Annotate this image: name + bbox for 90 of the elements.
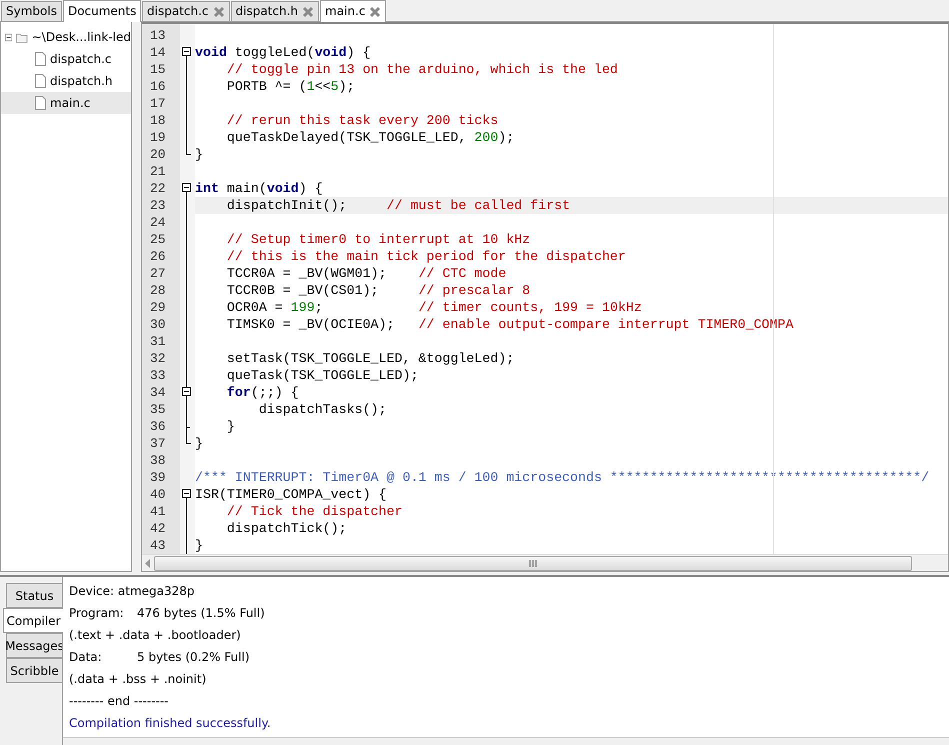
line-number: 23 [149, 197, 167, 214]
code-line: ISR(TIMER0_COMPA_vect) { [195, 486, 387, 503]
file-icon [35, 96, 46, 110]
code-line: queTask(TSK_TOGGLE_LED); [226, 367, 418, 384]
code-line: setTask(TSK_TOGGLE_LED, &toggleLed); [226, 350, 514, 367]
code-line: TCCR0A = _BV(WGM01); // CTC mode [226, 265, 506, 282]
code-line: } [195, 146, 203, 163]
line-number: 13 [149, 27, 167, 44]
line-number: 43 [149, 537, 167, 554]
output-message: Compilation finished successfully. [69, 715, 272, 732]
file-tab[interactable]: dispatch.h [230, 1, 320, 21]
output-message: Program: 476 bytes (1.5% Full) [69, 605, 266, 622]
line-number: 17 [149, 95, 167, 112]
output-message: (.text + .data + .bootloader) [69, 627, 242, 644]
code-line: dispatchTick(); [226, 520, 347, 537]
fold-marker-icon[interactable] [180, 180, 193, 197]
line-number: 29 [149, 299, 167, 316]
file-icon [35, 74, 46, 88]
tree-item[interactable]: ~\Desk...link-led [1, 26, 131, 48]
code-line: // Tick the dispatcher [226, 503, 402, 520]
code-line: // rerun this task every 200 ticks [226, 112, 498, 129]
line-number: 22 [149, 180, 167, 197]
output-message: (.data + .bss + .noinit) [69, 671, 208, 688]
panel-tab[interactable]: Status [6, 583, 62, 608]
panel-tab[interactable]: Documents [62, 0, 142, 22]
scroll-left-icon[interactable] [144, 558, 152, 568]
line-number: 16 [149, 78, 167, 95]
line-number: 25 [149, 231, 167, 248]
line-number: 18 [149, 112, 167, 129]
file-tab[interactable]: dispatch.c [142, 1, 230, 21]
panel-tab[interactable]: Scribble [6, 658, 62, 683]
fold-marker-icon[interactable] [180, 44, 193, 61]
code-line: /*** INTERRUPT: Timer0A @ 0.1 ms / 100 microseconds ***************************************/ [195, 469, 930, 486]
grip-icon [528, 560, 538, 566]
line-number: 40 [149, 486, 167, 503]
code-line: queTaskDelayed(TSK_TOGGLE_LED, 200); [226, 129, 514, 146]
panel-tab[interactable]: Messages [6, 633, 62, 658]
code-line: for(;;) { [226, 384, 299, 401]
code-line: int main(void) { [195, 180, 323, 197]
close-icon[interactable] [302, 6, 314, 18]
line-number: 20 [149, 146, 167, 163]
line-number: 27 [149, 265, 167, 282]
line-number: 19 [149, 129, 167, 146]
code-line: } [195, 435, 203, 452]
code-line: } [226, 418, 235, 435]
line-number: 35 [149, 401, 167, 418]
line-number: 39 [149, 469, 167, 486]
code-line: OCR0A = 199; // timer counts, 199 = 10kHz [226, 299, 642, 316]
line-number: 42 [149, 520, 167, 537]
tree-item[interactable]: dispatch.h [1, 70, 131, 92]
line-number: 38 [149, 452, 167, 469]
code-line: } [195, 537, 203, 554]
line-number: 30 [149, 316, 167, 333]
output-message: -------- end -------- [69, 693, 170, 710]
fold-marker-icon[interactable] [180, 384, 193, 401]
code-line: // Setup timer0 to interrupt at 10 kHz [226, 231, 530, 248]
code-line: // this is the main tick period for the dispatcher [226, 248, 626, 265]
code-line: PORTB ^= (1<<5); [226, 78, 355, 95]
tree-item[interactable]: main.c [1, 92, 131, 114]
code-line: // toggle pin 13 on the arduino, which is the led [226, 61, 618, 78]
file-icon [35, 52, 46, 66]
collapse-icon [5, 32, 12, 42]
line-number: 24 [149, 214, 167, 231]
line-number: 21 [149, 163, 167, 180]
output-message: Device: atmega328p [69, 583, 196, 600]
line-number: 32 [149, 350, 167, 367]
line-number: 37 [149, 435, 167, 452]
panel-tab[interactable]: Symbols [1, 1, 62, 21]
code-line: TCCR0B = _BV(CS01); // prescalar 8 [226, 282, 530, 299]
fold-marker-icon[interactable] [180, 486, 193, 503]
code-line: dispatchInit(); // must be called first [226, 197, 570, 214]
line-number: 14 [149, 44, 167, 61]
panel-tab[interactable]: Compiler [3, 608, 63, 633]
code-line: TIMSK0 = _BV(OCIE0A); // enable output-compare interrupt TIMER0_COMPA [226, 316, 794, 333]
line-number: 41 [149, 503, 167, 520]
line-number: 31 [149, 333, 167, 350]
tree-item[interactable]: dispatch.c [1, 48, 131, 70]
horizontal-scrollbar-thumb[interactable] [154, 556, 912, 570]
line-number: 26 [149, 248, 167, 265]
line-number: 36 [149, 418, 167, 435]
code-line: dispatchTasks(); [258, 401, 387, 418]
close-icon[interactable] [369, 6, 382, 18]
line-number: 33 [149, 367, 167, 384]
output-message: Data: 5 bytes (0.2% Full) [69, 649, 251, 666]
close-icon[interactable] [212, 6, 224, 18]
line-number: 34 [149, 384, 167, 401]
code-line: void toggleLed(void) { [195, 44, 371, 61]
line-number: 15 [149, 61, 167, 78]
file-tab[interactable]: main.c [320, 0, 386, 22]
line-number: 28 [149, 282, 167, 299]
